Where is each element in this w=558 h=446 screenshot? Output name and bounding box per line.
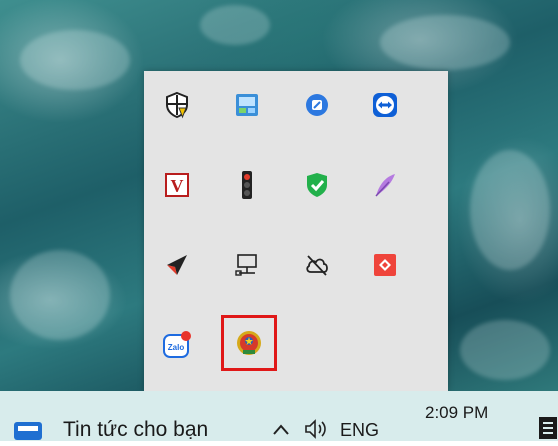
zalo-icon[interactable]: Zalo [158,326,196,364]
v-app-icon[interactable]: V [158,166,196,204]
taskbar: Tin tức cho bạn ENG 2:09 PM [0,391,558,441]
hidden-icons-tray: V Zalo [144,71,448,391]
teamviewer-icon[interactable] [366,86,404,124]
language-indicator[interactable]: ENG [340,420,379,441]
news-widget-icon[interactable] [12,416,48,440]
security-warning-icon[interactable] [158,86,196,124]
traffic-light-icon[interactable] [228,166,266,204]
notification-icon[interactable] [536,415,558,441]
shield-check-icon[interactable] [298,166,336,204]
emblem-app-icon[interactable] [221,315,277,371]
monitor-network-icon[interactable] [228,246,266,284]
feather-icon[interactable] [366,166,404,204]
send-arrow-icon[interactable] [158,246,196,284]
network-tool-icon[interactable] [228,86,266,124]
chevron-up-icon[interactable] [271,422,291,436]
svg-text:V: V [171,176,184,196]
clock-time[interactable]: 2:09 PM [425,403,488,423]
blue-app-icon[interactable] [298,86,336,124]
volume-icon[interactable] [302,418,332,440]
svg-text:Zalo: Zalo [168,343,185,352]
anydesk-icon[interactable] [366,246,404,284]
news-widget-label[interactable]: Tin tức cho bạn [63,418,208,442]
cloud-off-icon[interactable] [298,246,336,284]
